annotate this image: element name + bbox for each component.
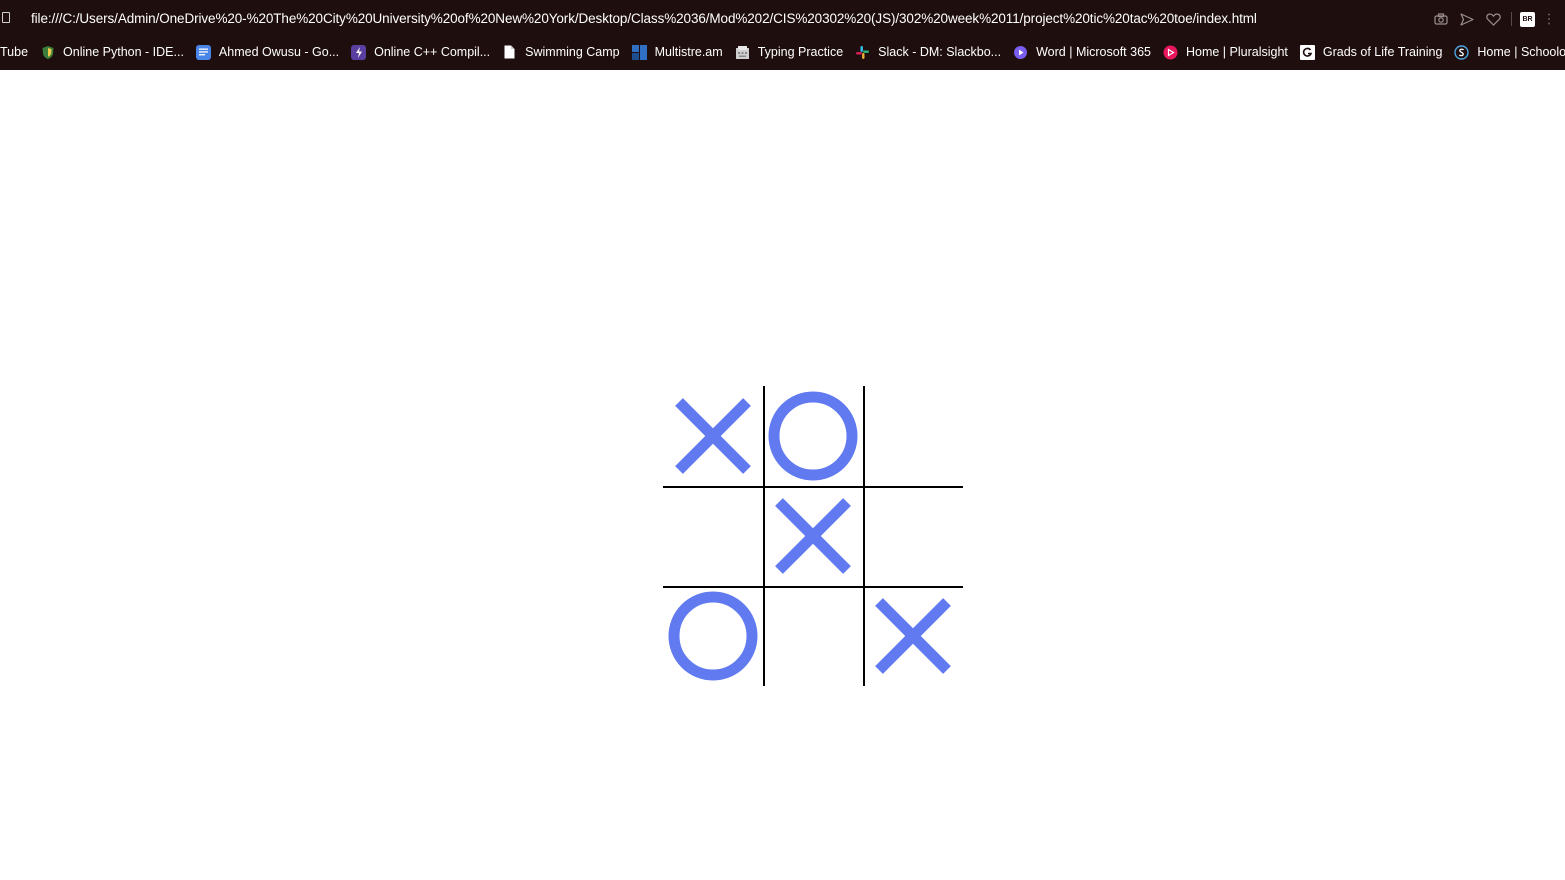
browser-chrome: file:///C:/Users/Admin/OneDrive%20-%20Th…: [0, 0, 1565, 70]
bookmark-online-python[interactable]: Online Python - IDE...: [40, 45, 184, 60]
bookmark-label: Word | Microsoft 365: [1036, 45, 1151, 59]
python-ide-icon: [40, 45, 55, 60]
bookmark-grads-of-life[interactable]: Grads of Life Training: [1299, 44, 1443, 60]
bookmark-label: Slack - DM: Slackbo...: [878, 45, 1002, 59]
bookmark-schoology[interactable]: Home | Schoology: [1454, 44, 1565, 60]
grads-of-life-icon: [1299, 44, 1315, 60]
google-docs-icon: [195, 44, 211, 60]
address-bar-actions: BR: [1423, 9, 1557, 29]
bookmark-label: Home | Schoology: [1477, 45, 1565, 59]
x-mark-icon: [875, 598, 951, 674]
bookmark-swimming-camp[interactable]: Swimming Camp: [502, 45, 620, 60]
bookmark-multistream[interactable]: Multistre.am: [631, 44, 723, 60]
board-cell-3[interactable]: [863, 386, 963, 486]
typing-icon: [735, 45, 750, 60]
bookmark-label: Home | Pluralsight: [1185, 45, 1288, 59]
x-mark-icon: [675, 398, 751, 474]
bookmark-label: Tube: [0, 45, 29, 59]
slack-icon: [855, 45, 870, 60]
menu-icon[interactable]: [1541, 11, 1557, 27]
multistream-icon: [631, 44, 647, 60]
bookmark-label: Online Python - IDE...: [63, 45, 184, 59]
separator: [1511, 12, 1512, 26]
board-cell-9[interactable]: [863, 586, 963, 686]
bookmark-slack[interactable]: Slack - DM: Slackbo...: [855, 45, 1001, 60]
board-cell-4[interactable]: [663, 486, 763, 586]
document-icon: [502, 45, 517, 60]
page-icon: [2, 12, 10, 23]
board-cell-1[interactable]: [663, 386, 763, 486]
o-mark-icon: [768, 391, 858, 481]
board-cell-6[interactable]: [863, 486, 963, 586]
board-cell-5[interactable]: [763, 486, 863, 586]
bookmark-word-365[interactable]: Word | Microsoft 365: [1013, 45, 1151, 60]
schoology-icon: [1454, 44, 1470, 60]
microsoft-365-icon: [1013, 45, 1028, 60]
address-bar[interactable]: file:///C:/Users/Admin/OneDrive%20-%20Th…: [0, 0, 1565, 38]
bookmark-google-doc[interactable]: Ahmed Owusu - Go...: [195, 44, 340, 60]
extension-badge-icon[interactable]: BR: [1520, 11, 1535, 27]
bookmarks-bar: Tube Online Python - IDE... Ahmed Owusu …: [0, 40, 1565, 64]
compiler-icon: [351, 44, 367, 60]
o-mark-icon: [668, 591, 758, 681]
bookmark-pluralsight[interactable]: Home | Pluralsight: [1163, 45, 1288, 60]
bookmark-typing-practice[interactable]: Typing Practice: [735, 45, 843, 60]
board-cell-2[interactable]: [763, 386, 863, 486]
bookmark-youtube[interactable]: Tube: [0, 45, 28, 59]
send-icon[interactable]: [1459, 11, 1475, 27]
bookmark-label: Multistre.am: [654, 45, 723, 59]
pluralsight-icon: [1163, 45, 1178, 60]
bookmark-label: Swimming Camp: [525, 45, 620, 59]
bookmark-label: Online C++ Compil...: [374, 45, 491, 59]
bookmark-label: Typing Practice: [757, 45, 844, 59]
x-mark-icon: [775, 498, 851, 574]
board-cell-8[interactable]: [763, 586, 863, 686]
camera-icon[interactable]: [1433, 11, 1449, 27]
bookmark-online-cpp[interactable]: Online C++ Compil...: [351, 44, 491, 60]
board-cell-7[interactable]: [663, 586, 763, 686]
tic-tac-toe-board: [663, 386, 963, 686]
url-text[interactable]: file:///C:/Users/Admin/OneDrive%20-%20Th…: [31, 11, 1257, 26]
bookmark-label: Ahmed Owusu - Go...: [218, 45, 340, 59]
heart-icon[interactable]: [1485, 11, 1501, 27]
bookmark-label: Grads of Life Training: [1322, 45, 1443, 59]
